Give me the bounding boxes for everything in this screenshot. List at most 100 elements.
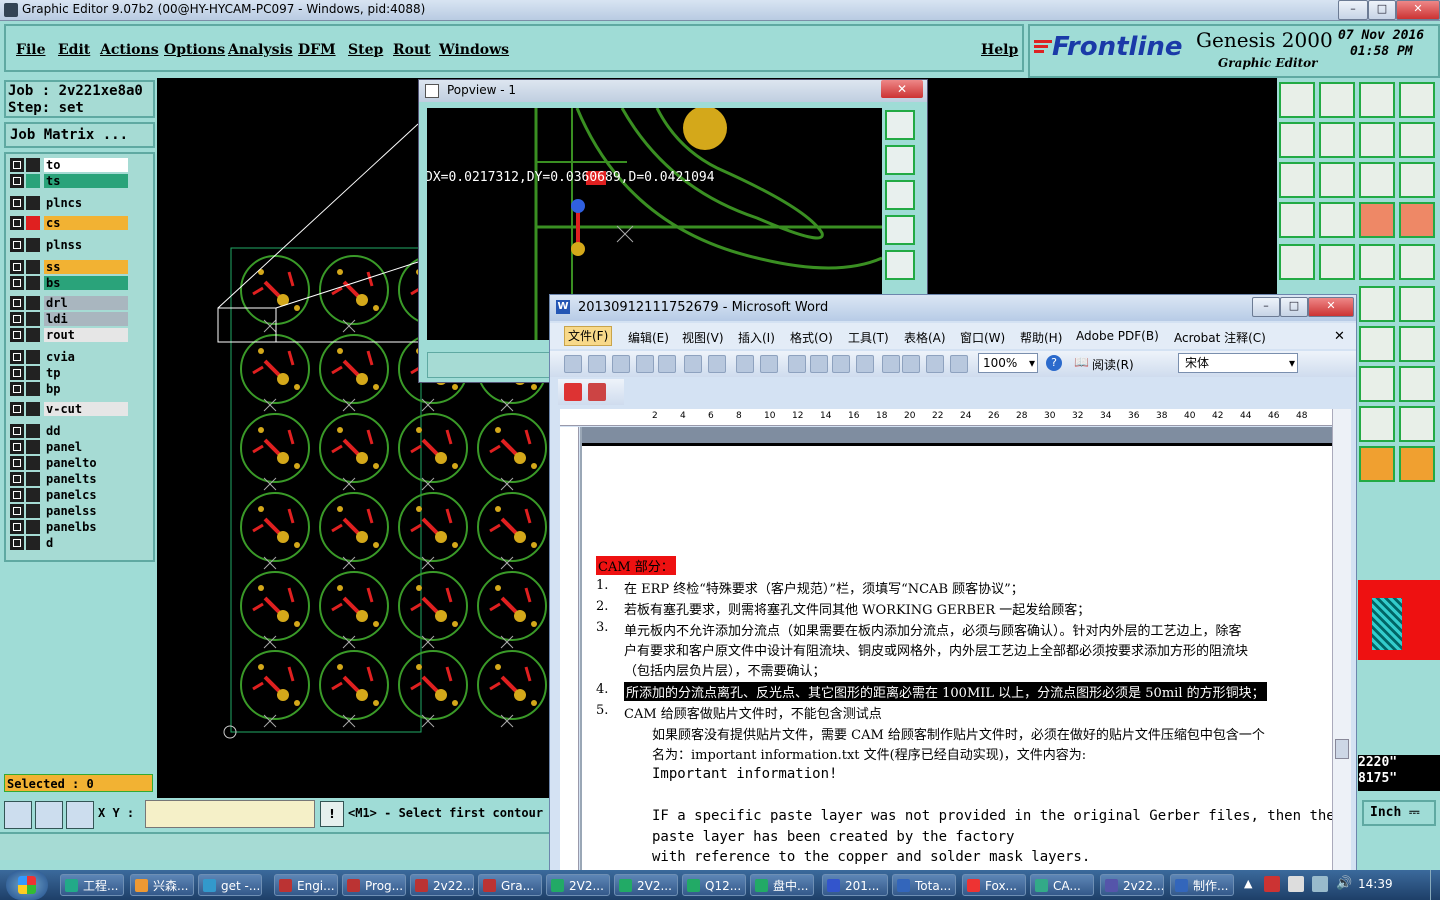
layer-checkbox[interactable] (10, 328, 24, 342)
maximize-button[interactable]: □ (1368, 0, 1396, 20)
word-menu-item[interactable]: 文件(F) (564, 326, 613, 346)
word-menu-item[interactable]: 表格(A) (904, 329, 946, 346)
layer-row-panelts[interactable]: panelts (10, 472, 128, 486)
word-menu-item[interactable]: Adobe PDF(B) (1076, 329, 1159, 343)
layer-row-panelto[interactable]: panelto (10, 456, 128, 470)
print-preview-icon[interactable] (658, 355, 676, 373)
layer-row-ldi[interactable]: ldi (10, 312, 128, 326)
window-icon[interactable] (1399, 82, 1435, 118)
layer-checkbox[interactable] (10, 536, 24, 550)
taskbar-item[interactable]: 201... (822, 874, 888, 896)
job-matrix-button[interactable]: Job Matrix ... (4, 122, 155, 148)
taskbar-item[interactable]: 制作... (1170, 874, 1234, 896)
word-menu-item[interactable]: 编辑(E) (628, 329, 669, 346)
layer-checkbox[interactable] (10, 440, 24, 454)
route-icon[interactable] (1359, 286, 1395, 322)
menu-dfm[interactable]: DFM (298, 42, 336, 58)
alert-icon[interactable]: ! (320, 801, 344, 827)
vertical-scrollbar[interactable] (1332, 409, 1351, 871)
word-minimize-button[interactable]: – (1252, 297, 1280, 317)
menu-options[interactable]: Options (164, 42, 225, 58)
layer-checkbox[interactable] (10, 216, 24, 230)
taskbar-item[interactable]: Tota... (892, 874, 956, 896)
layer-checkbox[interactable] (10, 382, 24, 396)
home-icon[interactable] (1359, 82, 1395, 118)
word-menu-item[interactable]: 工具(T) (848, 329, 889, 346)
layer-checkbox[interactable] (10, 158, 24, 172)
close-button[interactable]: ✕ (1396, 0, 1440, 20)
taskbar-item[interactable]: 2V2... (546, 874, 610, 896)
open-icon[interactable] (588, 355, 606, 373)
layer-checkbox[interactable] (10, 488, 24, 502)
layer-row-cs[interactable]: cs (10, 216, 128, 230)
layer-row-cvia[interactable]: cvia (10, 350, 128, 364)
layer-checkbox[interactable] (10, 350, 24, 364)
table-icon[interactable] (950, 355, 968, 373)
pad-icon[interactable] (1279, 244, 1315, 280)
view-bottom-icon[interactable] (1319, 82, 1355, 118)
copy-layer-icon[interactable] (1399, 366, 1435, 402)
word-menu-item[interactable]: 视图(V) (682, 329, 724, 346)
layer-row-panelss[interactable]: panelss (10, 504, 128, 518)
snap-icon[interactable] (1399, 446, 1435, 482)
popview-footer-button[interactable] (427, 352, 553, 378)
layer-checkbox[interactable] (10, 402, 24, 416)
xy-input[interactable] (145, 800, 315, 828)
print-icon[interactable] (684, 355, 702, 373)
layer-row-drl[interactable]: drl (10, 296, 128, 310)
new-icon[interactable] (564, 355, 582, 373)
select-icon[interactable] (1359, 446, 1395, 482)
settings-icon[interactable] (1279, 202, 1315, 238)
mirror-icon[interactable] (1399, 326, 1435, 362)
popview-fit-icon[interactable] (885, 110, 915, 140)
menu-edit[interactable]: Edit (58, 42, 90, 58)
pdf-mail-icon[interactable] (588, 383, 606, 401)
save-icon[interactable] (612, 355, 630, 373)
layer-row-to[interactable]: to (10, 158, 128, 172)
word-maximize-button[interactable]: □ (1280, 297, 1308, 317)
taskbar-item[interactable]: 2v22... (410, 874, 474, 896)
layer-checkbox[interactable] (10, 312, 24, 326)
resize-icon[interactable] (1359, 366, 1395, 402)
measure-tool-icon[interactable] (35, 801, 63, 829)
layers-alt-icon[interactable] (1399, 202, 1435, 238)
layer-row-rout[interactable]: rout (10, 328, 128, 342)
paste-icon[interactable] (832, 355, 850, 373)
cut-icon[interactable] (788, 355, 806, 373)
layer-row-panelcs[interactable]: panelcs (10, 488, 128, 502)
layer-checkbox[interactable] (10, 260, 24, 274)
taskbar-item[interactable]: Prog... (342, 874, 406, 896)
layer-row-panelbs[interactable]: panelbs (10, 520, 128, 534)
key-icon[interactable] (1319, 202, 1355, 238)
word-menu-item[interactable]: Acrobat 注释(C) (1174, 329, 1266, 346)
zoom-back-icon[interactable] (1359, 122, 1395, 158)
permission-icon[interactable] (636, 355, 654, 373)
units-button[interactable]: Inch ⎓ (1362, 800, 1436, 826)
menu-rout[interactable]: Rout (393, 42, 431, 58)
taskbar-item[interactable]: 盘中... (750, 874, 814, 896)
menu-windows[interactable]: Windows (439, 42, 509, 58)
pan-right-icon[interactable] (1319, 122, 1355, 158)
zoom-tool-icon[interactable] (4, 801, 32, 829)
copy-icon[interactable] (810, 355, 828, 373)
research-icon[interactable] (760, 355, 778, 373)
pdf-create-icon[interactable] (564, 383, 582, 401)
route-alt-icon[interactable] (1399, 286, 1435, 322)
word-close-button[interactable]: ✕ (1308, 297, 1354, 317)
layer-row-panel[interactable]: panel (10, 440, 128, 454)
layer-row-ss[interactable]: ss (10, 260, 128, 274)
grid-icon[interactable] (66, 801, 94, 829)
word-menu-item[interactable]: 窗口(W) (960, 329, 1005, 346)
center-icon[interactable] (1319, 162, 1355, 198)
preview-icon[interactable] (708, 355, 726, 373)
text-icon[interactable] (1359, 406, 1395, 442)
help-icon[interactable] (1399, 162, 1435, 198)
popview-close-button[interactable]: ✕ (881, 80, 923, 98)
layers-icon[interactable] (1359, 202, 1395, 238)
minimize-button[interactable]: – (1338, 0, 1368, 20)
layer-row-tp[interactable]: tp (10, 366, 128, 380)
taskbar-item[interactable]: get -... (198, 874, 262, 896)
taskbar-item[interactable]: Gra... (478, 874, 542, 896)
tray-network-icon[interactable] (1288, 876, 1304, 892)
format-painter-icon[interactable] (856, 355, 874, 373)
